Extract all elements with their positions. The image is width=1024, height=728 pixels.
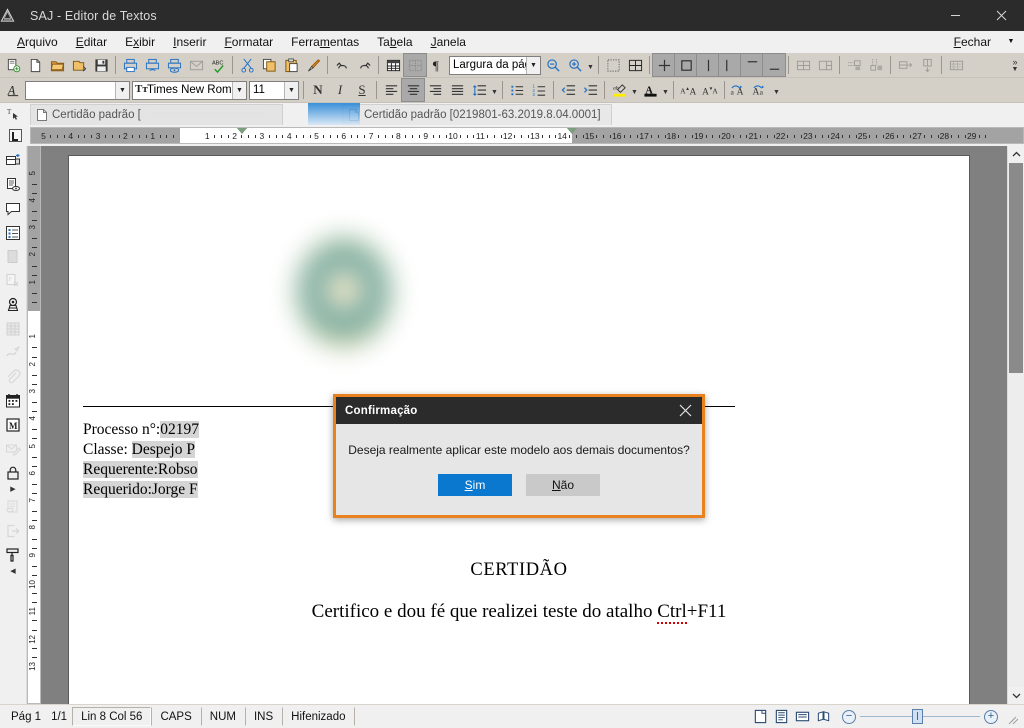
dialog-cancel-button[interactable]: Não <box>526 474 600 496</box>
dialog-button-row: Sim Não <box>336 474 702 496</box>
dialog-title: Confirmação <box>345 404 418 417</box>
dialog-cancel-rest: ão <box>560 478 575 492</box>
dialog-close-button[interactable] <box>668 397 702 424</box>
dialog-overlay: Confirmação Deseja realmente aplicar est… <box>0 0 1024 728</box>
dialog-cancel-accel: N <box>551 478 561 492</box>
dialog-title-bar: Confirmação <box>336 397 702 424</box>
confirmation-dialog: Confirmação Deseja realmente aplicar est… <box>333 394 705 518</box>
dialog-confirm-rest: im <box>472 478 486 492</box>
dialog-message: Deseja realmente aplicar este modelo aos… <box>348 443 690 457</box>
saj-text-editor-window: SAJ - Editor de Textos Arquivo Editar Ex… <box>0 0 1024 728</box>
dialog-confirm-accel: S <box>464 478 473 492</box>
dialog-confirm-button[interactable]: Sim <box>438 474 512 496</box>
